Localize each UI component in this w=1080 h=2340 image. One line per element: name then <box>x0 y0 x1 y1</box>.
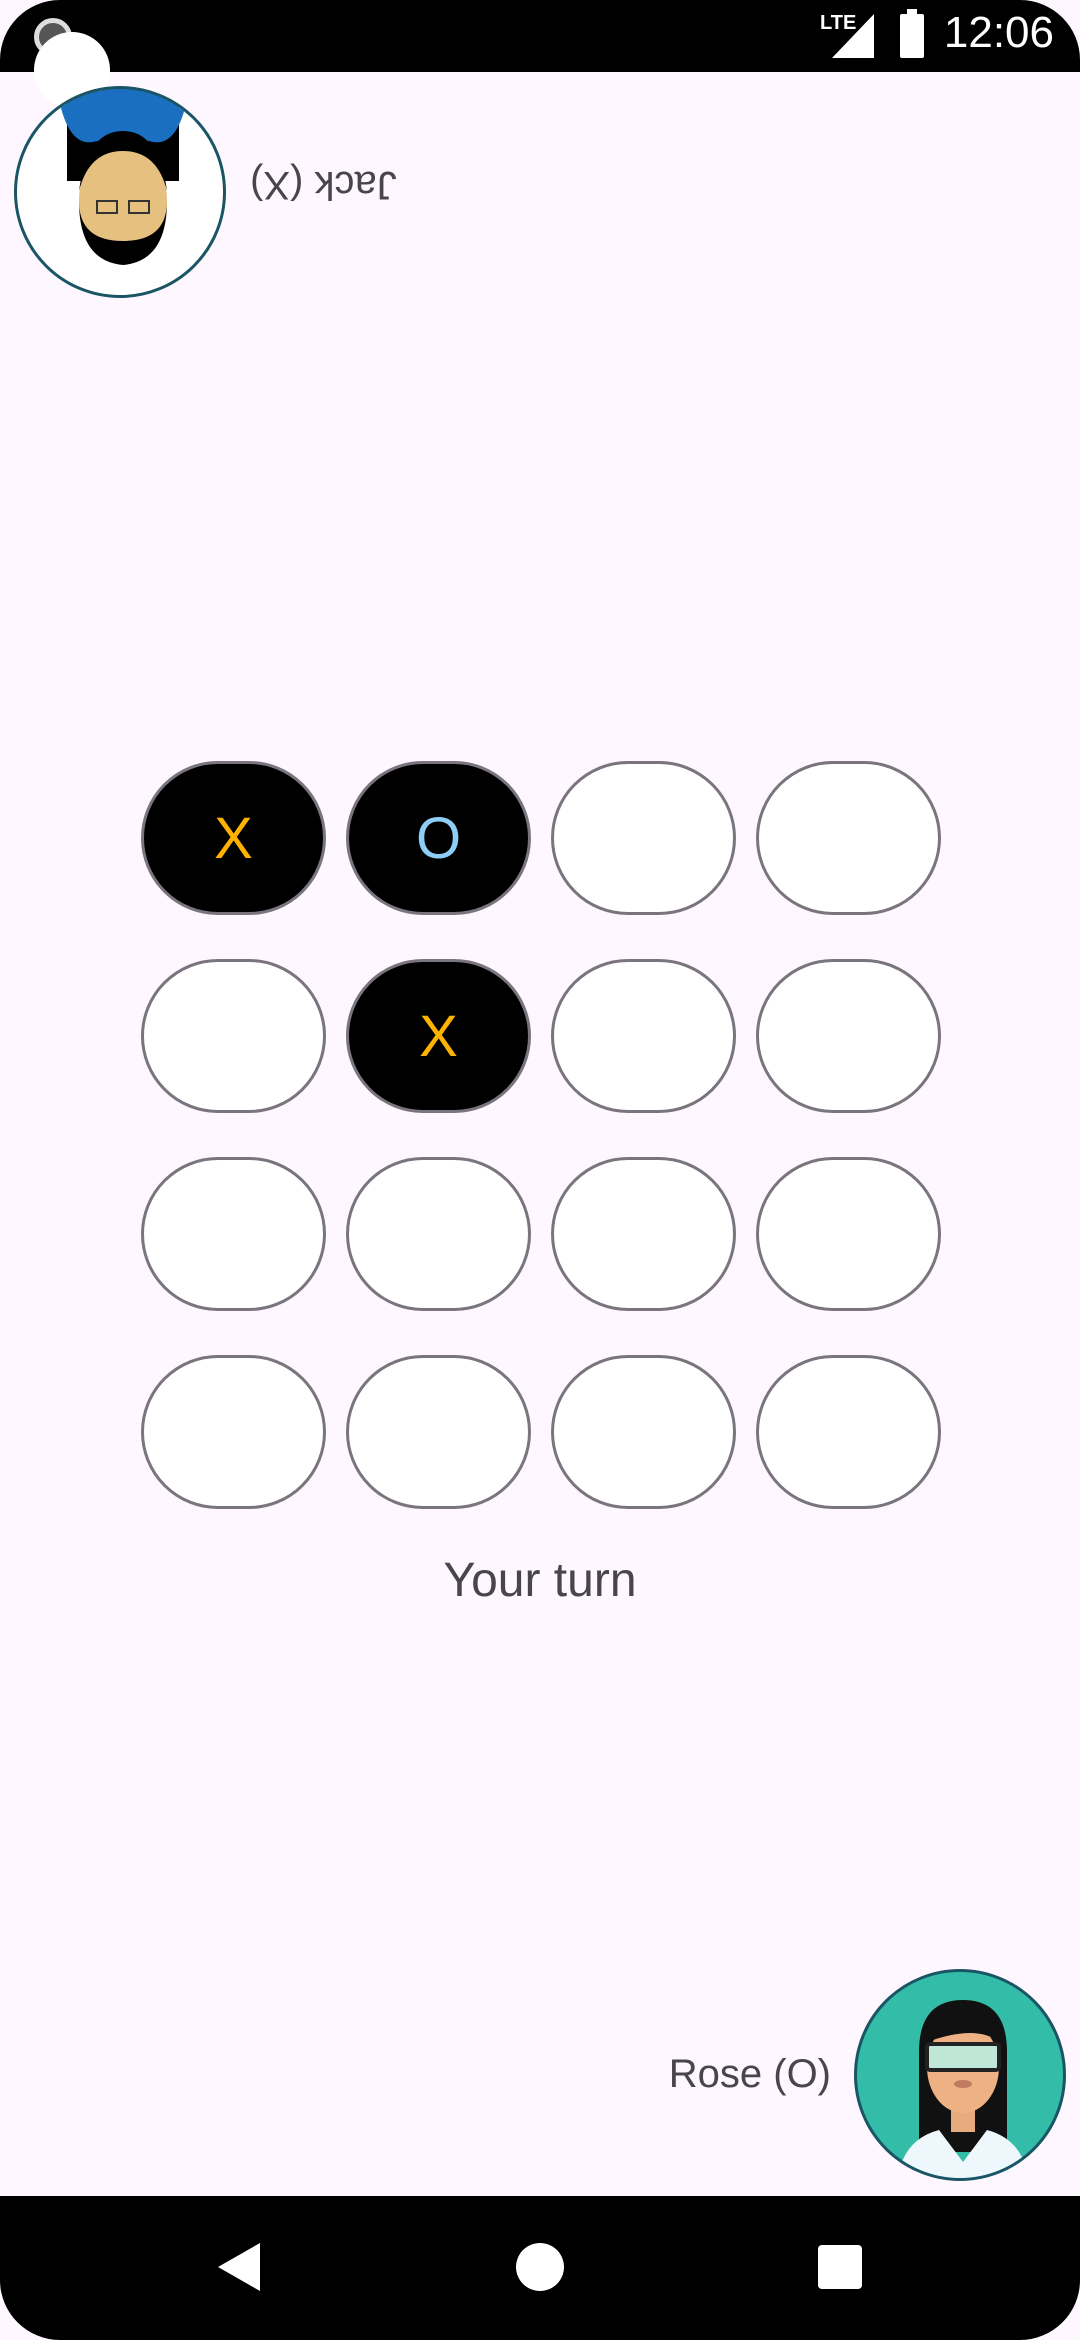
turn-status: Your turn <box>443 1554 637 1607</box>
rose-avatar <box>854 1969 1066 2181</box>
board-cell-0-3[interactable] <box>756 761 941 915</box>
signal-icon <box>832 14 874 58</box>
battery-icon <box>900 9 924 58</box>
opponent-name: Jack (X) <box>250 163 397 207</box>
board-cell-1-2[interactable] <box>551 959 736 1113</box>
board-cell-2-0[interactable] <box>141 1157 326 1311</box>
status-bar: LTE 12:06 <box>0 0 1080 72</box>
cell-mark: X <box>214 805 253 871</box>
board-cell-0-0[interactable]: X <box>141 761 326 915</box>
board-cell-3-2[interactable] <box>551 1355 736 1509</box>
game-board: X O X <box>141 761 941 1509</box>
board-cell-3-3[interactable] <box>756 1355 941 1509</box>
board-cell-3-1[interactable] <box>346 1355 531 1509</box>
home-icon[interactable] <box>516 2243 564 2291</box>
cell-mark: X <box>419 1003 458 1069</box>
board-cell-1-3[interactable] <box>756 959 941 1113</box>
board-cell-2-3[interactable] <box>756 1157 941 1311</box>
clock: 12:06 <box>943 8 1054 57</box>
board-cell-1-1[interactable]: X <box>346 959 531 1113</box>
board-cell-0-2[interactable] <box>551 761 736 915</box>
game-screen: LTE 12:06 Jack (X) X O X Your turn Rose (O… <box>0 0 1080 2340</box>
board-cell-0-1[interactable]: O <box>346 761 531 915</box>
cell-mark: O <box>415 805 462 871</box>
board-cell-2-2[interactable] <box>551 1157 736 1311</box>
recents-icon[interactable] <box>818 2245 862 2289</box>
back-icon[interactable] <box>218 2243 260 2291</box>
board-cell-2-1[interactable] <box>346 1157 531 1311</box>
board-cell-1-0[interactable] <box>141 959 326 1113</box>
board-cell-3-0[interactable] <box>141 1355 326 1509</box>
player-name: Rose (O) <box>668 2052 831 2096</box>
jack-avatar <box>14 86 226 298</box>
